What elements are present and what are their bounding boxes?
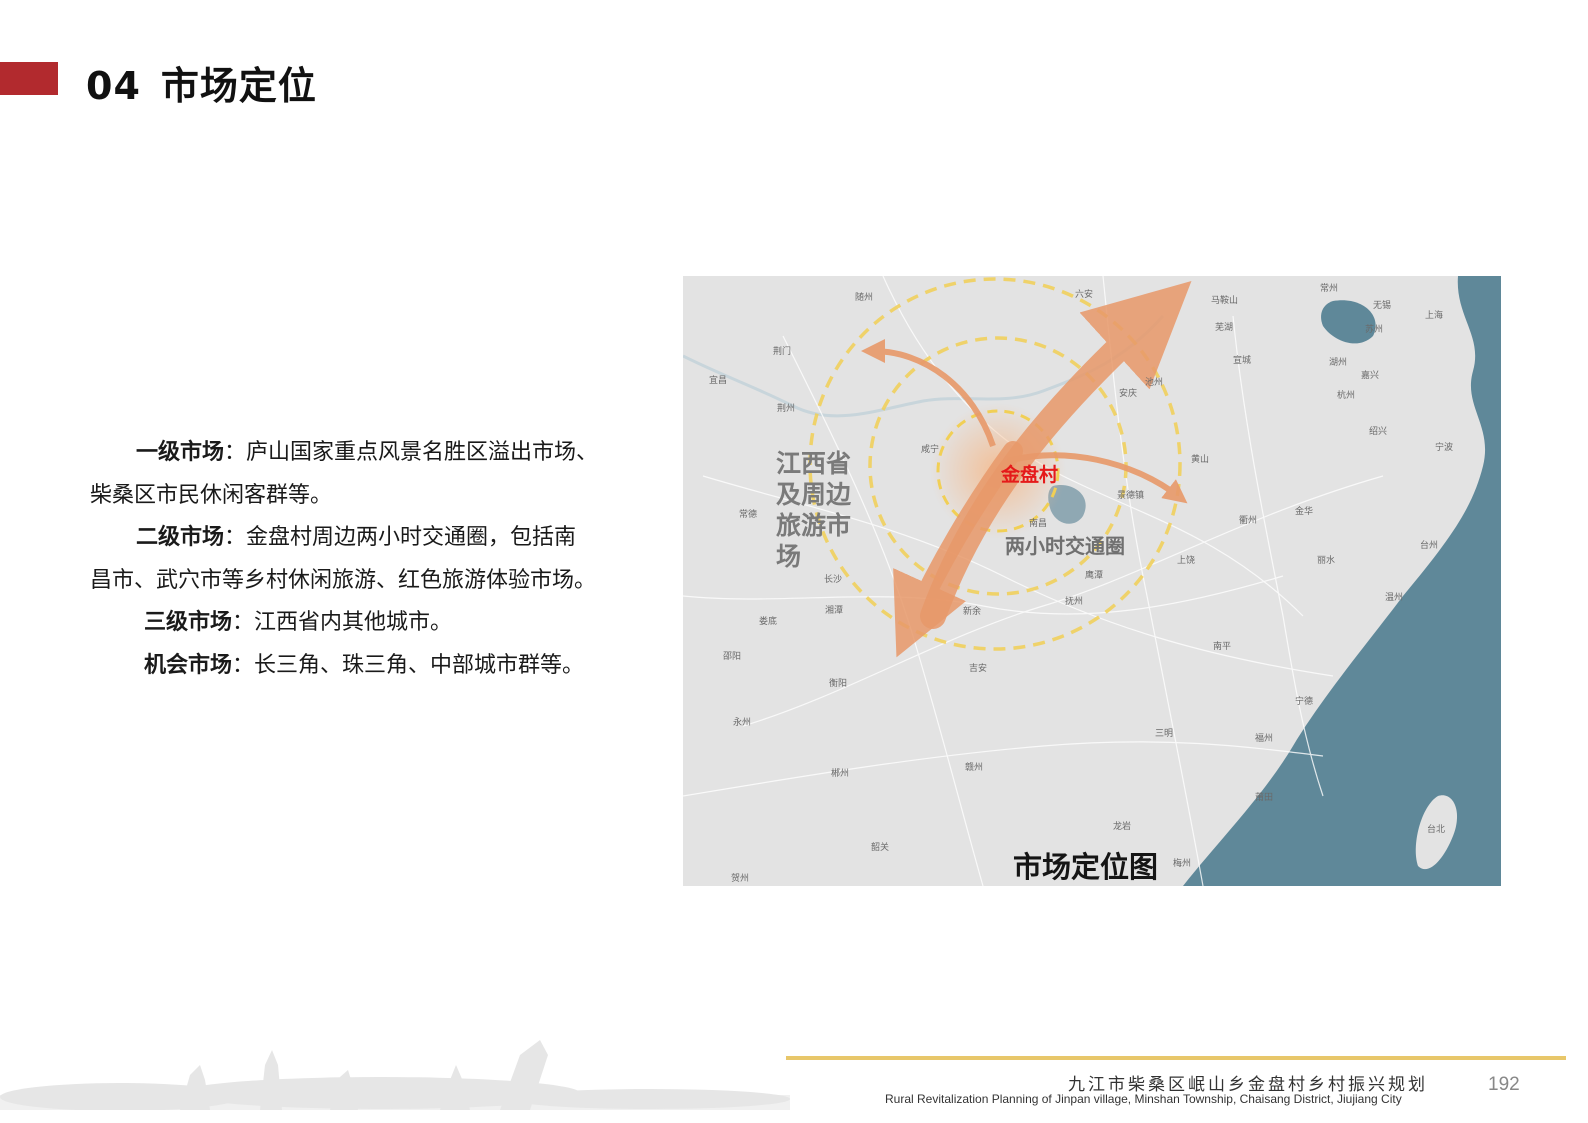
city-label: 温州 [1385, 593, 1404, 603]
city-label: 六安 [1075, 290, 1094, 300]
city-label: 贺州 [731, 874, 750, 884]
city-label: 湖州 [1329, 358, 1348, 368]
city-label: 无锡 [1373, 301, 1392, 311]
market-text: 金盘村周边两小时交通圈，包括南 [246, 525, 577, 550]
city-label: 宣城 [1233, 356, 1252, 366]
market-text: 昌市、武穴市等乡村休闲旅游、红色旅游体验市场。 [90, 567, 597, 593]
market-label: 一级市场 [136, 440, 225, 465]
market-text: 江西省内其他城市。 [254, 610, 453, 635]
city-label: 常州 [1320, 284, 1339, 294]
city-label: 景德镇 [1117, 491, 1145, 501]
city-label: 邵阳 [723, 652, 742, 662]
city-label: 随州 [855, 293, 874, 303]
map-caption: 市场定位图 [1013, 850, 1159, 884]
city-label: 杭州 [1337, 391, 1356, 401]
city-label: 莆田 [1255, 793, 1274, 803]
market-separator: ： [224, 525, 247, 550]
city-label: 衢州 [1239, 516, 1258, 526]
city-label: 荆州 [777, 404, 796, 414]
city-label: 鹰潭 [1085, 571, 1104, 581]
city-label: 梅州 [1173, 859, 1192, 869]
section-number: 04 [86, 64, 141, 108]
city-label: 宁德 [1295, 697, 1314, 707]
city-label: 宜昌 [709, 376, 728, 386]
city-label: 芜湖 [1215, 323, 1234, 333]
footer-title-english: Rural Revitalization Planning of Jinpan … [885, 1092, 1402, 1106]
city-label: 台北 [1427, 825, 1446, 835]
city-label: 抚州 [1065, 597, 1084, 607]
city-label: 荆门 [773, 347, 792, 357]
city-label: 衡阳 [829, 679, 848, 689]
city-label: 新余 [963, 607, 982, 617]
city-label: 苏州 [1365, 325, 1384, 335]
city-label: 常德 [739, 510, 758, 520]
city-label: 三明 [1155, 729, 1174, 739]
market-text: 庐山国家重点风景名胜区溢出市场、 [246, 440, 599, 465]
village-label: 金盘村 [1001, 464, 1059, 486]
market-label: 二级市场 [136, 525, 225, 550]
footer-divider [786, 1056, 1566, 1060]
market-separator: ： [232, 610, 255, 635]
city-label: 韶关 [871, 843, 890, 853]
city-label: 上饶 [1177, 556, 1196, 566]
market-positioning-map: 江西省及周边旅游市场 金盘村 两小时交通圈 市场定位图 随州 六安 马鞍山 常州… [683, 276, 1501, 886]
city-label: 黄山 [1191, 455, 1210, 465]
city-label: 安庆 [1119, 389, 1138, 399]
city-label: 龙岩 [1113, 822, 1132, 832]
city-label: 丽水 [1317, 556, 1336, 566]
market-description: 一级市场：庐山国家重点风景名胜区溢出市场、 柴桑区市民休闲客群等。 二级市场：金… [90, 432, 650, 687]
city-label: 南昌 [1029, 519, 1048, 529]
market-text: 柴桑区市民休闲客群等。 [90, 482, 333, 508]
city-label: 咸宁 [921, 445, 940, 455]
market-secondary-cont: 昌市、武穴市等乡村休闲旅游、红色旅游体验市场。 [90, 560, 650, 603]
city-label: 绍兴 [1369, 427, 1388, 437]
region-market-label: 江西省及周边旅游市场 [776, 449, 852, 571]
section-title: 市场定位 [160, 64, 317, 108]
title-accent-bar [0, 62, 58, 95]
city-label: 宁波 [1435, 443, 1454, 453]
city-label: 南平 [1213, 642, 1232, 652]
page-title: 04 市场定位 [86, 55, 317, 110]
city-label: 永州 [733, 718, 752, 728]
city-label: 池州 [1145, 378, 1164, 388]
market-primary: 一级市场：庐山国家重点风景名胜区溢出市场、 [90, 432, 650, 475]
market-secondary: 二级市场：金盘村周边两小时交通圈，包括南 [90, 517, 650, 560]
market-separator: ： [224, 440, 247, 465]
market-text: 长三角、珠三角、中部城市群等。 [254, 652, 585, 678]
market-tertiary: 三级市场：江西省内其他城市。 [90, 602, 650, 645]
market-separator: ： [232, 652, 255, 678]
city-label: 金华 [1295, 507, 1314, 517]
market-primary-cont: 柴桑区市民休闲客群等。 [90, 475, 650, 518]
city-label: 赣州 [965, 763, 984, 773]
two-hour-circle-label: 两小时交通圈 [1005, 534, 1125, 558]
market-label: 三级市场 [144, 610, 233, 635]
page-number: 192 [1488, 1074, 1520, 1095]
city-label: 嘉兴 [1361, 371, 1380, 381]
city-label: 台州 [1420, 541, 1439, 551]
market-opportunity: 机会市场：长三角、珠三角、中部城市群等。 [90, 645, 650, 688]
city-label: 马鞍山 [1211, 296, 1239, 306]
footer-silhouette-art [0, 1040, 790, 1110]
city-label: 吉安 [969, 664, 988, 674]
city-label: 湘潭 [825, 606, 844, 616]
city-label: 郴州 [831, 769, 850, 779]
city-label: 上海 [1425, 311, 1444, 321]
city-label: 福州 [1255, 734, 1274, 744]
market-label: 机会市场 [144, 652, 233, 678]
city-label: 长沙 [824, 575, 843, 585]
city-label: 娄底 [759, 617, 778, 627]
